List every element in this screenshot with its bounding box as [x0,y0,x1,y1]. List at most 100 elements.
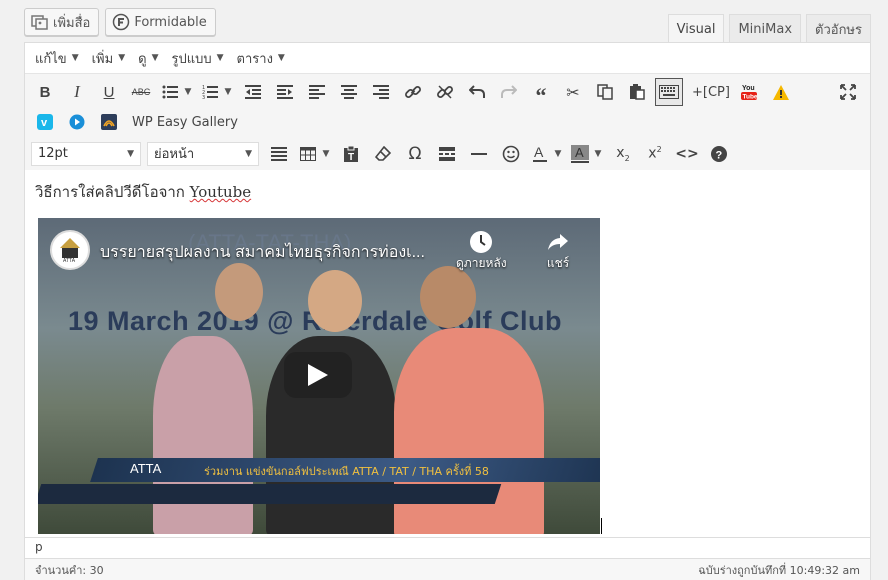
tab-minimax[interactable]: MiniMax [729,14,802,43]
bullet-list-button[interactable] [159,78,181,106]
chevron-down-icon: ▼ [118,53,126,63]
undo-button[interactable] [463,78,491,106]
tab-text[interactable]: ตัวอักษร [806,14,871,43]
watch-later-button[interactable]: ดูภายหลัง [456,230,507,273]
cut-button[interactable]: ✂ [559,78,587,106]
code-icon: <> [675,145,699,162]
chevron-down-icon[interactable]: ▼ [181,87,195,97]
warning-icon [772,84,789,100]
align-right-icon [373,85,389,99]
read-more-button[interactable] [433,140,461,168]
lower-third-label: ATTA [130,461,162,476]
bold-button[interactable]: B [31,78,59,106]
cp-shortcode-button[interactable]: +[CP] [687,78,735,106]
play-icon [308,364,328,386]
youtube-button[interactable]: You Tube [735,78,763,106]
menubar: แก้ไข ▼ เพิ่ม ▼ ดู ▼ รูปแบบ ▼ ตาราง ▼ [25,43,870,74]
superscript-button[interactable]: x2 [641,140,669,168]
link-icon [405,86,421,98]
superscript-icon: x2 [648,145,662,162]
align-right-button[interactable] [367,78,395,106]
paragraph-format-value: ย่อหน้า [154,147,195,162]
svg-text:ATTA: ATTA [63,258,76,264]
menu-format[interactable]: รูปแบบ ▼ [166,48,231,69]
insert-link-button[interactable] [399,78,427,106]
strikethrough-button[interactable]: ABC [127,78,155,106]
special-character-button[interactable]: Ω [401,140,429,168]
content-paragraph[interactable]: วิธีการใส่คลิปวีดีโอจาก Youtube [35,180,251,204]
toolbar-row-1: B I U ABC ▼ 123 ▼ “ ✂ +[CP] You Tube [25,77,870,107]
help-button[interactable]: ? [705,140,733,168]
paste-icon [630,84,645,100]
play-button[interactable] [284,352,352,398]
horizontal-line-button[interactable] [465,140,493,168]
person-center-head [308,270,362,332]
classic-editor: เพิ่มสื่อ Formidable Visual MiniMax ตัวอ… [0,0,888,580]
chevron-down-icon[interactable]: ▼ [319,149,333,159]
clear-formatting-button[interactable] [369,140,397,168]
emoticons-button[interactable] [497,140,525,168]
blockquote-button[interactable]: “ [527,78,555,107]
paste-as-text-button[interactable]: T [337,140,365,168]
svg-text:v: v [41,117,48,129]
fullscreen-button[interactable] [834,78,862,106]
video-title[interactable]: บรรยายสรุปผลงาน สมาคมไทยธุรกิจการท่องเ..… [100,240,425,265]
word-count: จำนวนคำ: 30 [35,564,104,577]
subscript-button[interactable]: x2 [609,140,637,168]
warning-plugin-button[interactable] [767,78,795,106]
remove-link-button[interactable] [431,78,459,106]
tab-visual[interactable]: Visual [667,14,725,44]
chevron-down-icon[interactable]: ▼ [591,149,605,159]
text-color-button[interactable]: A [529,140,551,168]
read-more-icon [439,146,455,161]
vimeo-button[interactable]: v [31,108,59,136]
wp-easy-gallery-icon-button[interactable] [95,108,123,136]
align-justify-button[interactable] [265,140,293,168]
align-center-icon [341,85,357,99]
italic-button[interactable]: I [63,78,91,106]
wp-easy-gallery-button[interactable]: WP Easy Gallery [127,108,243,136]
align-left-icon [309,85,325,99]
lower-third-bar-2 [38,484,502,504]
underline-button[interactable]: U [95,78,123,106]
indent-button[interactable] [271,78,299,106]
youtube-video-embed[interactable]: (ATTA-TAT-THA) 19 March 2019 @ Riverdale… [38,218,600,534]
formidable-button[interactable]: Formidable [105,8,216,36]
redo-button[interactable] [495,78,523,106]
chevron-down-icon[interactable]: ▼ [221,87,235,97]
person-left-head [215,263,263,321]
person-right-head [420,266,476,328]
align-center-button[interactable] [335,78,363,106]
chevron-down-icon: ▼ [151,53,159,63]
element-path-p[interactable]: p [35,540,43,554]
share-button[interactable]: แชร์ [546,230,570,273]
content-text-link: Youtube [189,183,252,201]
svg-text:T: T [348,152,354,162]
help-icon: ? [711,145,727,162]
paragraph-format-select[interactable]: ย่อหน้า ▼ [147,141,259,166]
background-color-button[interactable]: A [569,140,591,168]
editor-content[interactable]: วิธีการใส่คลิปวีดีโอจาก Youtube (ATTA-TA… [25,170,870,535]
font-size-select[interactable]: 12pt ▼ [31,141,141,166]
video-embed-button[interactable] [63,108,91,136]
unlink-icon [437,85,453,99]
table-button[interactable] [297,140,319,168]
menu-view[interactable]: ดู ▼ [132,48,165,69]
numbered-list-button[interactable]: 123 [199,78,221,106]
copy-icon [597,84,613,100]
paste-button[interactable] [623,78,651,106]
menu-insert[interactable]: เพิ่ม ▼ [86,48,133,69]
chevron-down-icon[interactable]: ▼ [551,149,565,159]
menu-edit[interactable]: แก้ไข ▼ [29,48,86,69]
outdent-button[interactable] [239,78,267,106]
keyboard-shortcuts-button[interactable] [655,78,683,106]
source-code-button[interactable]: <> [673,140,701,168]
numbered-list-icon: 123 [202,85,218,99]
copy-button[interactable] [591,78,619,106]
channel-avatar[interactable]: ATTA [50,230,90,270]
align-left-button[interactable] [303,78,331,106]
add-media-button[interactable]: เพิ่มสื่อ [24,8,100,36]
menu-edit-label: แก้ไข [35,51,67,67]
menu-table[interactable]: ตาราง ▼ [231,48,292,69]
clock-icon [470,231,493,253]
